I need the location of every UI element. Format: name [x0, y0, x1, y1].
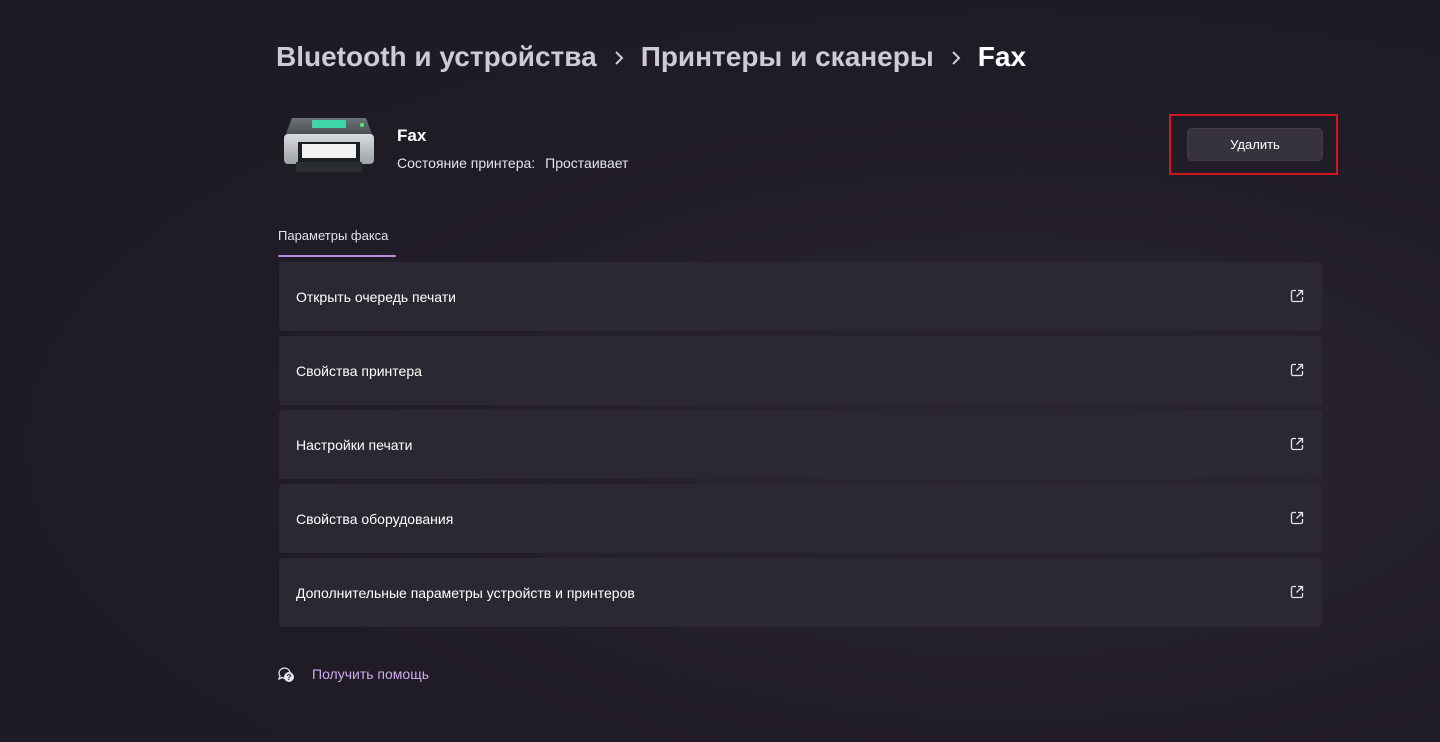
setting-label: Свойства принтера — [296, 362, 422, 379]
section-underline — [278, 255, 396, 257]
open-external-icon — [1290, 437, 1304, 451]
breadcrumb: Bluetooth и устройства Принтеры и сканер… — [276, 36, 1026, 78]
setting-print-preferences[interactable]: Настройки печати — [279, 410, 1322, 479]
open-external-icon — [1290, 511, 1304, 525]
setting-advanced-devices-printers[interactable]: Дополнительные параметры устройств и при… — [279, 558, 1322, 627]
help-icon: ? — [277, 667, 294, 682]
open-external-icon — [1290, 289, 1304, 303]
setting-label: Дополнительные параметры устройств и при… — [296, 584, 635, 601]
settings-list: Открыть очередь печати Свойства принтера… — [279, 262, 1322, 632]
setting-open-print-queue[interactable]: Открыть очередь печати — [279, 262, 1322, 331]
get-help-link[interactable]: ? Получить помощь — [277, 663, 429, 685]
settings-page: Bluetooth и устройства Принтеры и сканер… — [0, 0, 1440, 742]
device-status: Состояние принтера: Простаивает — [397, 155, 628, 171]
setting-printer-properties[interactable]: Свойства принтера — [279, 336, 1322, 405]
chevron-right-icon — [934, 44, 978, 70]
breadcrumb-current-page: Fax — [977, 41, 1027, 72]
status-label: Состояние принтера: — [397, 155, 536, 171]
status-value: Простаивает — [545, 155, 629, 171]
breadcrumb-printers-scanners[interactable]: Принтеры и сканеры — [641, 41, 934, 73]
setting-label: Настройки печати — [296, 436, 413, 453]
get-help-label: Получить помощь — [312, 666, 430, 682]
setting-label: Свойства оборудования — [296, 510, 454, 527]
svg-text:?: ? — [287, 673, 292, 682]
section-title[interactable]: Параметры факса — [278, 228, 388, 243]
printer-icon — [284, 118, 374, 172]
breadcrumb-bluetooth-devices[interactable]: Bluetooth и устройства — [276, 41, 597, 73]
setting-hardware-properties[interactable]: Свойства оборудования — [279, 484, 1322, 553]
chevron-right-icon — [597, 44, 641, 70]
device-name: Fax — [397, 126, 427, 145]
open-external-icon — [1290, 363, 1304, 377]
remove-button[interactable]: Удалить — [1187, 128, 1323, 161]
setting-label: Открыть очередь печати — [296, 288, 456, 305]
open-external-icon — [1290, 585, 1304, 599]
